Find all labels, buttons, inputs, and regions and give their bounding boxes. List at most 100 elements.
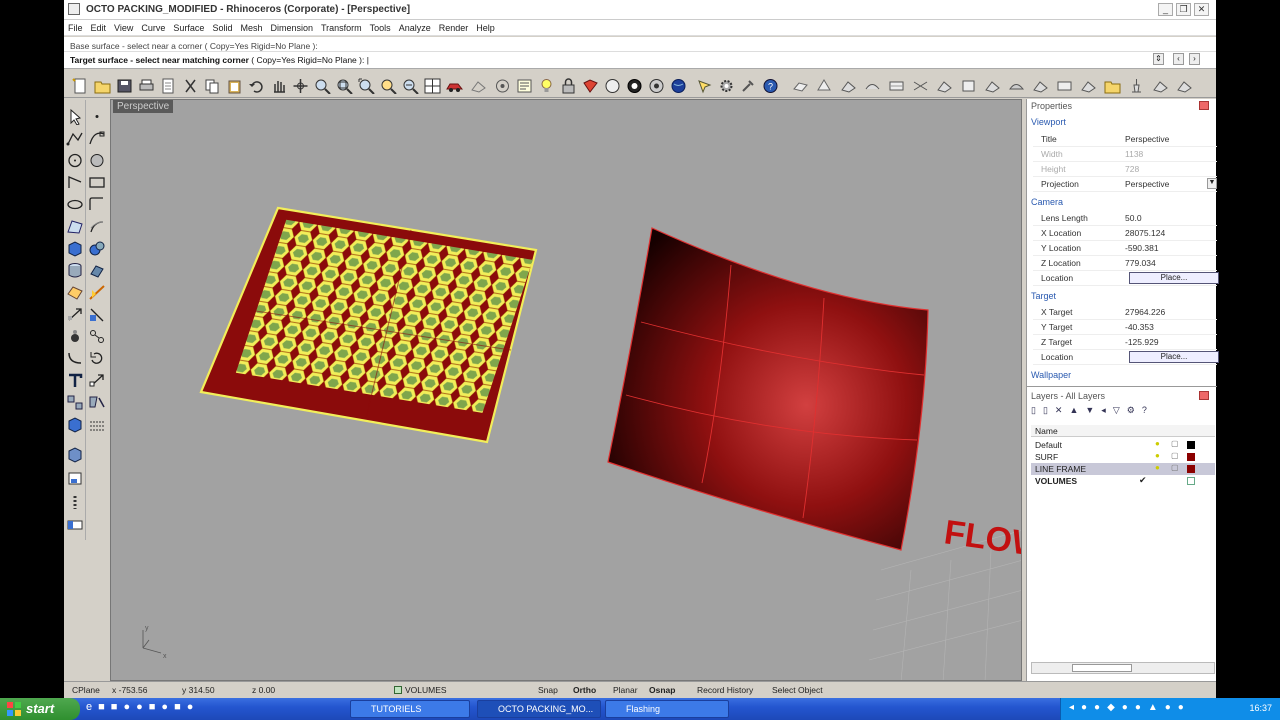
layer-color-swatch[interactable]: [1187, 465, 1195, 473]
solid-box-icon[interactable]: [66, 416, 84, 433]
ie-icon[interactable]: e: [86, 701, 98, 713]
fillet-icon[interactable]: [66, 350, 84, 367]
lock-icon[interactable]: [560, 78, 577, 94]
new-layer-icon[interactable]: ▯: [1031, 405, 1043, 415]
undo-view-icon[interactable]: [402, 78, 419, 94]
grip-handle-icon[interactable]: [66, 494, 84, 511]
help-icon[interactable]: ?: [1142, 405, 1154, 415]
layer-color-swatch[interactable]: [1187, 453, 1195, 461]
close-panel-icon[interactable]: [1199, 101, 1209, 110]
scrollbar-thumb[interactable]: [1072, 664, 1132, 672]
command-prompt-options[interactable]: ( Copy=Yes Rigid=No Plane ):: [249, 55, 364, 65]
help-icon[interactable]: ?: [762, 78, 779, 94]
lock-icon[interactable]: ▢: [1171, 463, 1179, 472]
layer-row-volumes[interactable]: VOLUMES ✔: [1031, 475, 1215, 487]
render-settings-icon[interactable]: [648, 78, 665, 94]
save-icon[interactable]: [116, 78, 133, 94]
wallpaper-section[interactable]: Wallpaper: [1031, 370, 1071, 380]
zoom-dynamic-icon[interactable]: [314, 78, 331, 94]
split-icon[interactable]: [88, 306, 106, 323]
surface-tool-5-icon[interactable]: [888, 78, 905, 94]
pan-hand-icon[interactable]: [270, 78, 287, 94]
transform-move-icon[interactable]: [66, 306, 84, 323]
print-icon[interactable]: [138, 78, 155, 94]
loft-icon[interactable]: [88, 218, 106, 235]
lamp-icon[interactable]: [1128, 78, 1145, 94]
perspective-viewport[interactable]: FLOW x y Perspective: [110, 99, 1022, 681]
analysis-icon[interactable]: [88, 284, 106, 301]
camera-section[interactable]: Camera: [1031, 197, 1063, 207]
menu-view[interactable]: View: [110, 20, 137, 33]
layer-color-swatch[interactable]: [1187, 477, 1195, 485]
surface-tool-1-icon[interactable]: [792, 78, 809, 94]
car-render-icon[interactable]: [446, 78, 463, 94]
surface-tool-7-icon[interactable]: [936, 78, 953, 94]
gear-icon[interactable]: [718, 78, 735, 94]
zoom-window-icon[interactable]: [336, 78, 353, 94]
extrude-icon[interactable]: [88, 262, 106, 279]
surface-tool-9-icon[interactable]: [984, 78, 1001, 94]
zoom-extents-icon[interactable]: [358, 78, 375, 94]
close-button[interactable]: ✕: [1194, 3, 1209, 16]
rendered-sphere-icon[interactable]: [626, 78, 643, 94]
ortho-toggle[interactable]: Ortho: [573, 685, 596, 695]
title-value[interactable]: Perspective: [1125, 134, 1169, 144]
new-file-icon[interactable]: [72, 78, 89, 94]
desktop-icon[interactable]: ■: [111, 701, 124, 713]
render-globe-icon[interactable]: [670, 78, 687, 94]
menu-curve[interactable]: Curve: [137, 20, 169, 33]
chrome-icon[interactable]: ●: [136, 701, 149, 713]
surface-corner-icon[interactable]: [66, 218, 84, 235]
light-bulb-icon[interactable]: [538, 78, 555, 94]
viewport-canvas[interactable]: FLOW x y: [111, 100, 1022, 681]
record-history-toggle[interactable]: Record History: [697, 685, 753, 695]
zoom-selected-icon[interactable]: [380, 78, 397, 94]
wireframe-icon[interactable]: [470, 78, 487, 94]
menu-edit[interactable]: Edit: [87, 20, 111, 33]
folder-icon[interactable]: ■: [98, 701, 111, 713]
menu-render[interactable]: Render: [435, 20, 473, 33]
shaded-display-icon[interactable]: [582, 78, 599, 94]
lock-icon[interactable]: ▢: [1171, 439, 1179, 448]
cut-icon[interactable]: [182, 78, 199, 94]
surface-tool-13-icon[interactable]: [1080, 78, 1097, 94]
tools-icon[interactable]: [740, 78, 757, 94]
layer-color-swatch[interactable]: [1187, 441, 1195, 449]
circle-icon[interactable]: [66, 152, 84, 169]
menu-solid[interactable]: Solid: [208, 20, 236, 33]
tray-icons[interactable]: ◂●●◆●●▲●●: [1069, 702, 1191, 713]
surface-tool-10-icon[interactable]: [1008, 78, 1025, 94]
mesh-tools-icon[interactable]: [66, 284, 84, 301]
y-target-field[interactable]: -40.353: [1125, 322, 1154, 332]
chevron-down-icon[interactable]: ▼: [1207, 178, 1217, 189]
hex-packing-surface[interactable]: [199, 206, 538, 444]
surface-tool-8-icon[interactable]: [960, 78, 977, 94]
task-rhino[interactable]: OCTO PACKING_MO...: [477, 700, 601, 718]
viewport-section[interactable]: Viewport: [1031, 117, 1066, 127]
move-out-icon[interactable]: ◂: [1101, 405, 1113, 415]
x-target-field[interactable]: 27964.226: [1125, 307, 1165, 317]
rectangle-icon[interactable]: [88, 174, 106, 191]
current-layer-checkmark[interactable]: ✔: [1139, 475, 1147, 486]
move-down-icon[interactable]: ▼: [1085, 405, 1101, 415]
layer-row-line-frame[interactable]: LINE FRAME ● ▢: [1031, 463, 1215, 475]
minimize-button[interactable]: _: [1158, 3, 1173, 16]
tools-icon[interactable]: ⚙: [1127, 405, 1142, 415]
curve-from-objects-icon[interactable]: [88, 196, 106, 213]
box-solid-icon[interactable]: [66, 240, 84, 257]
menu-analyze[interactable]: Analyze: [395, 20, 435, 33]
panel-toggle-icon[interactable]: [66, 516, 84, 533]
firefox-icon[interactable]: ●: [123, 701, 136, 713]
circle-3pt-icon[interactable]: [88, 152, 106, 169]
close-layers-icon[interactable]: [1199, 391, 1209, 400]
arc-icon[interactable]: [66, 174, 84, 191]
undo-icon[interactable]: [248, 78, 265, 94]
join-icon[interactable]: [88, 328, 106, 345]
delete-layer-icon[interactable]: ✕: [1055, 405, 1070, 415]
layout-icon[interactable]: [66, 470, 84, 487]
polyline-icon[interactable]: [66, 130, 84, 147]
light-bulb-icon[interactable]: ●: [1155, 463, 1160, 472]
surface-tool-2-icon[interactable]: [816, 78, 833, 94]
menu-tools[interactable]: Tools: [366, 20, 395, 33]
planar-toggle[interactable]: Planar: [613, 685, 638, 695]
